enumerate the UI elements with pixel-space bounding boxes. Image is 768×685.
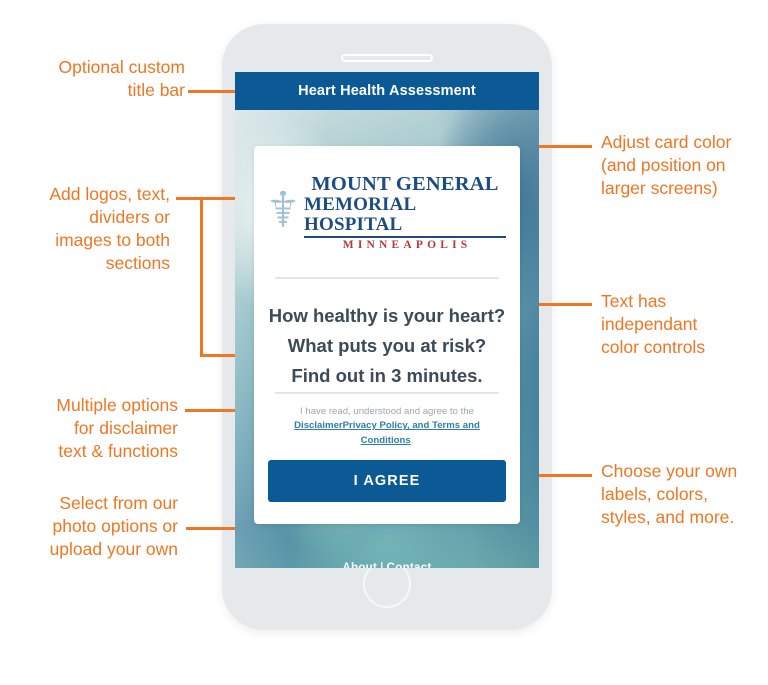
card-divider-top <box>275 277 499 280</box>
disclaimer-suffix: . <box>410 434 414 446</box>
annotation-label-text-color: Text has independant color controls <box>601 291 706 358</box>
annotation-label-logos: Add logos, text, dividers or images to b… <box>49 184 170 274</box>
footer-separator: | <box>380 562 384 568</box>
annotation-label-title-bar: Optional custom title bar <box>58 57 185 101</box>
app-title-text: Heart Health Assessment <box>298 83 476 99</box>
logo-line-primary: MOUNT GENERAL <box>311 173 499 195</box>
caduceus-icon <box>268 190 298 235</box>
annotation-label-labels: Choose your own labels, colors, styles, … <box>601 461 738 528</box>
contact-link[interactable]: Contact <box>387 562 432 568</box>
annotation-label-card-color: Adjust card color (and position on large… <box>601 132 732 199</box>
phone-device-frame: Heart Health Assessment MOUNT GENERAL ME… <box>222 24 552 630</box>
disclaimer-text: I have read, understood and agree to the… <box>268 405 506 448</box>
phone-screen: Heart Health Assessment MOUNT GENERAL ME… <box>235 72 539 568</box>
hospital-logo: MOUNT GENERAL MEMORIAL HOSPITAL MINNEAPO… <box>268 173 506 252</box>
agree-button[interactable]: I AGREE <box>268 460 506 502</box>
logo-underline-rule <box>304 236 506 238</box>
phone-earpiece-speaker <box>341 54 433 62</box>
app-title-bar: Heart Health Assessment <box>235 72 539 110</box>
content-card: MOUNT GENERAL MEMORIAL HOSPITAL MINNEAPO… <box>254 146 520 524</box>
headline-block: How healthy is your heart? What puts you… <box>269 301 505 391</box>
annotation-label-disclaimer: Multiple options for disclaimer text & f… <box>56 395 178 462</box>
logo-line-secondary: MEMORIAL HOSPITAL <box>304 194 416 236</box>
disclaimer-prefix: I have read, understood and agree to the <box>300 405 474 417</box>
annotated-phone-mockup: Heart Health Assessment MOUNT GENERAL ME… <box>0 0 768 685</box>
card-divider-bottom <box>275 391 499 394</box>
headline-line-2: What puts you at risk? <box>287 335 487 357</box>
headline-line-3: Find out in 3 minutes. <box>291 365 483 387</box>
leader-line-logos-bracket <box>200 197 203 357</box>
about-link[interactable]: About <box>342 562 377 568</box>
logo-line-city: MINNEAPOLIS <box>342 239 472 252</box>
annotation-label-photo: Select from our photo options or upload … <box>49 493 178 560</box>
disclaimer-link[interactable]: Disclaimer <box>294 420 343 431</box>
hospital-logo-text: MOUNT GENERAL MEMORIAL HOSPITAL MINNEAPO… <box>304 173 506 252</box>
headline-line-1: How healthy is your heart? <box>268 305 506 327</box>
footer-links: About | Contact <box>235 562 539 568</box>
